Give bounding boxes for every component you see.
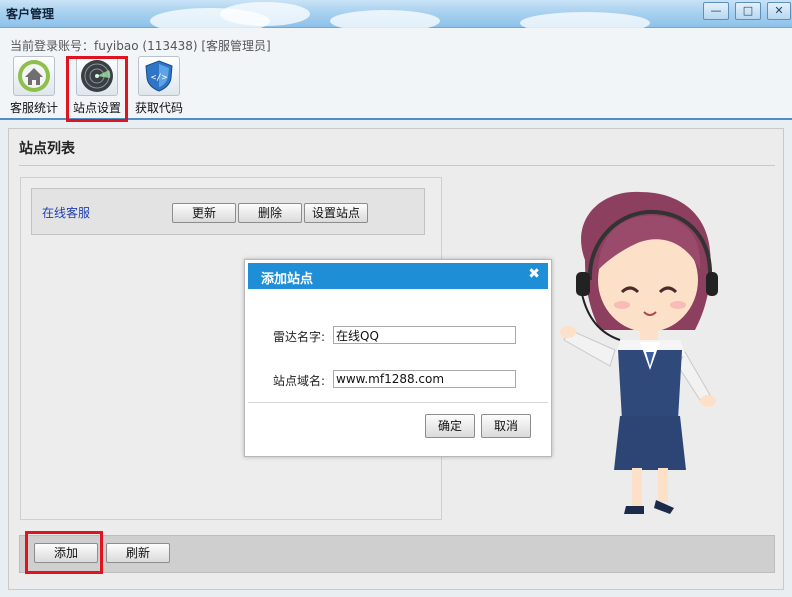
highlight-box [66,56,128,122]
site-domain-label: 站点域名: [273,374,326,388]
site-settings-button[interactable]: 设置站点 [304,203,368,223]
svg-text:</>: </> [151,73,168,83]
home-icon [13,56,55,96]
site-domain-input[interactable] [333,370,516,388]
divider [19,165,775,166]
cloud-decoration [220,2,310,26]
radar-name-input[interactable] [333,326,516,344]
customer-service-mascot [560,191,718,514]
dialog-title: 添加站点 [261,272,314,287]
toolbar-label: 客服统计 [9,101,58,115]
section-title: 站点列表 [19,141,75,157]
update-button[interactable]: 更新 [172,203,236,223]
radar-name-label: 雷达名字: [273,330,326,344]
toolbar-item-stats[interactable]: 客服统计 [4,56,64,116]
bottom-toolbar: 添加 刷新 [19,535,775,573]
toolbar-label: 获取代码 [134,101,183,115]
list-item: 在线客服 更新 删除 设置站点 [31,188,425,235]
code-shield-icon: </> [138,56,180,96]
site-name-link[interactable]: 在线客服 [42,204,90,221]
divider [248,402,548,403]
window-title: 客户管理 [6,7,55,21]
ok-button[interactable]: 确定 [425,414,475,438]
toolbar-item-get-code[interactable]: </> 获取代码 [129,56,189,116]
maximize-button[interactable]: □ [735,2,761,20]
cancel-button[interactable]: 取消 [481,414,531,438]
add-site-dialog: 添加站点 ✖ 雷达名字: 站点域名: 确定 取消 [244,259,552,457]
login-info: 当前登录账号：fuyibao (113438) [客服管理员] [10,39,271,53]
close-window-button[interactable]: ✕ [767,2,791,20]
highlight-box [25,531,103,574]
close-icon[interactable]: ✖ [528,266,540,282]
window-titlebar: 客户管理 — □ ✕ [0,0,792,34]
minimize-button[interactable]: — [703,2,729,20]
dialog-header: 添加站点 ✖ [248,263,548,289]
delete-button[interactable]: 删除 [238,203,302,223]
refresh-button[interactable]: 刷新 [106,543,170,563]
